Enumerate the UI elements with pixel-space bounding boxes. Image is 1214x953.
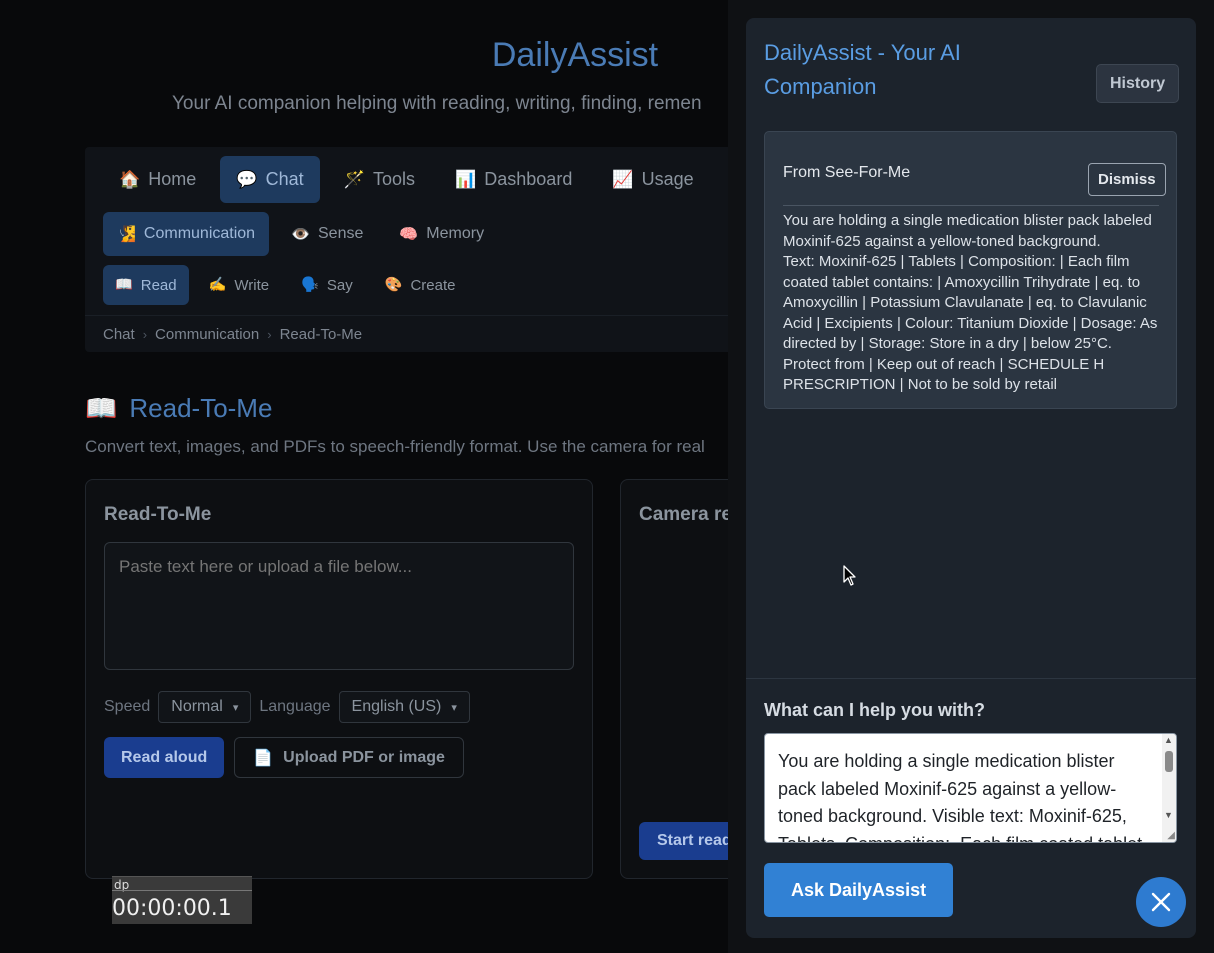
tab-label: Communication: [143, 225, 256, 242]
ask-button[interactable]: Ask DailyAssist: [764, 863, 954, 917]
read-aloud-button[interactable]: Read aloud: [104, 737, 225, 778]
card-title: Read-To-Me: [104, 504, 212, 525]
bar-chart-icon: 📊: [454, 169, 477, 189]
notice-body: You are holding a single medication blis…: [783, 211, 1161, 396]
close-assistant-button[interactable]: [1136, 877, 1186, 927]
notice-text: Text: Moxinif-625 | Tablets | Compositio…: [783, 253, 1158, 393]
divider: [746, 678, 1196, 679]
secondary-nav: 🧏 Communication 👁️ Sense 🧠 Memory: [103, 212, 498, 256]
help-label: What can I help you with?: [764, 700, 986, 720]
tab-say[interactable]: 🗣️ Say: [289, 265, 365, 305]
upload-label: Upload PDF or image: [283, 748, 445, 766]
breadcrumb-communication[interactable]: Communication: [155, 326, 259, 343]
breadcrumb-separator: ›: [267, 326, 272, 342]
breadcrumb: Chat › Communication › Read-To-Me: [85, 315, 745, 352]
tab-communication[interactable]: 🧏 Communication: [103, 212, 270, 256]
upload-button[interactable]: 📄 Upload PDF or image: [234, 737, 464, 778]
page-title: 📖 Read-To-Me: [85, 393, 272, 424]
breadcrumb-separator: ›: [142, 326, 148, 342]
query-scrollbar[interactable]: ▲ ▼: [1162, 734, 1176, 842]
read-to-me-card: Read-To-Me Speed Normal ▾ Language Englis…: [85, 479, 593, 879]
tab-write[interactable]: ✍️ Write: [197, 265, 281, 305]
speed-value: Normal: [171, 698, 223, 715]
assistant-title: DailyAssist - Your AI Companion: [764, 40, 961, 99]
brain-icon: 🧠: [399, 226, 419, 243]
scroll-down-icon[interactable]: ▼: [1164, 810, 1173, 820]
nav-usage[interactable]: 📈 Usage: [596, 156, 709, 203]
navigation: 🏠 Home 💬 Chat 🪄 Tools 📊 Dashboard 📈 Usage 🧏 Co…: [85, 147, 745, 352]
chevron-down-icon: ▾: [232, 701, 239, 714]
speed-select[interactable]: Normal ▾: [158, 691, 252, 723]
writing-hand-icon: ✍️: [208, 277, 227, 293]
breadcrumb-read-to-me: Read-To-Me: [279, 325, 363, 343]
scroll-up-icon[interactable]: ▲: [1164, 735, 1173, 745]
book-icon: 📖: [115, 277, 133, 293]
tab-label: Sense: [318, 225, 364, 242]
nav-label: Home: [148, 169, 197, 189]
app-subtitle: Your AI companion helping with reading, …: [172, 93, 702, 114]
notice-source: From See-For-Me: [783, 164, 911, 181]
close-icon: [1151, 892, 1171, 912]
primary-nav: 🏠 Home 💬 Chat 🪄 Tools 📊 Dashboard 📈 Usage: [103, 156, 710, 203]
palette-icon: 🎨: [384, 277, 403, 293]
wand-icon: 🪄: [343, 169, 365, 189]
resize-grip-icon[interactable]: ◢: [1167, 830, 1175, 841]
nav-label: Chat: [265, 169, 304, 189]
query-text: You are holding a single medication blis…: [778, 751, 1142, 842]
page-title-text: Read-To-Me: [129, 393, 273, 423]
tab-label: Read: [140, 276, 177, 294]
dismiss-button[interactable]: Dismiss: [1088, 163, 1166, 196]
history-button[interactable]: History: [1096, 64, 1180, 103]
nav-dashboard[interactable]: 📊 Dashboard: [439, 156, 588, 203]
tab-label: Create: [410, 276, 456, 294]
tab-label: Memory: [426, 225, 485, 242]
tab-sense[interactable]: 👁️ Sense: [277, 212, 377, 256]
nav-home[interactable]: 🏠 Home: [103, 156, 212, 203]
tab-read[interactable]: 📖 Read: [103, 265, 189, 305]
timer-value: 00:00:00.1: [112, 896, 232, 921]
read-controls: Speed Normal ▾ Language English (US) ▾: [104, 691, 470, 723]
nav-label: Usage: [641, 169, 694, 189]
page-description: Convert text, images, and PDFs to speech…: [85, 437, 705, 456]
language-label: Language: [259, 698, 331, 715]
language-select[interactable]: English (US) ▾: [338, 691, 470, 723]
assistant-panel: DailyAssist - Your AI Companion History …: [746, 18, 1196, 938]
book-icon: 📖: [85, 393, 118, 423]
speaking-head-icon: 🗣️: [301, 277, 319, 293]
house-icon: 🏠: [119, 169, 141, 189]
tab-memory[interactable]: 🧠 Memory: [385, 212, 498, 256]
breadcrumb-chat[interactable]: Chat: [103, 326, 135, 343]
chevron-down-icon: ▾: [451, 701, 457, 714]
tab-label: Write: [234, 276, 270, 294]
nav-label: Dashboard: [484, 169, 573, 189]
eye-icon: 👁️: [291, 226, 310, 243]
language-value: English (US): [351, 698, 442, 715]
speech-bubble-icon: 💬: [236, 169, 258, 189]
tertiary-nav: 📖 Read ✍️ Write 🗣️ Say 🎨 Create: [103, 265, 467, 305]
nav-tools[interactable]: 🪄 Tools: [328, 156, 431, 203]
document-icon: 📄: [253, 749, 274, 767]
nav-label: Tools: [372, 169, 415, 189]
scroll-thumb[interactable]: [1165, 751, 1173, 772]
notice-summary: You are holding a single medication blis…: [783, 212, 1152, 250]
speed-label: Speed: [104, 698, 151, 715]
person-icon: 🧏: [117, 226, 136, 243]
tab-label: Say: [326, 276, 353, 294]
divider: [783, 205, 1159, 206]
read-text-input[interactable]: [104, 542, 574, 670]
mouse-cursor-icon: [843, 565, 856, 586]
read-actions: Read aloud 📄 Upload PDF or image: [104, 737, 464, 778]
trend-chart-icon: 📈: [612, 169, 634, 189]
query-input[interactable]: You are holding a single medication blis…: [764, 733, 1177, 843]
timer-overlay: dp 00:00:00.1: [112, 876, 252, 924]
tab-create[interactable]: 🎨 Create: [373, 265, 468, 305]
see-for-me-notice: From See-For-Me Dismiss You are holding …: [764, 131, 1177, 409]
divider: [112, 890, 252, 891]
nav-chat[interactable]: 💬 Chat: [220, 156, 320, 203]
card-title: Camera re: [639, 504, 732, 525]
